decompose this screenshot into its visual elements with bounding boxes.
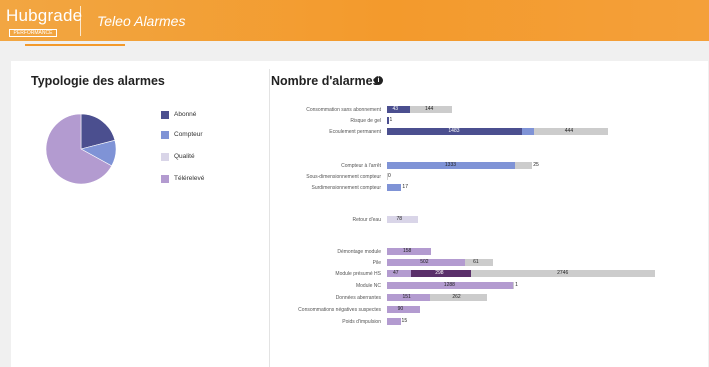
bar-segment[interactable]: [387, 117, 389, 124]
bar-value-label: 15: [401, 318, 408, 325]
legend-swatch: [161, 175, 169, 183]
row-label: Compteur à l'arrêt: [341, 162, 381, 169]
row-label: Ecoulement permanent: [329, 128, 381, 135]
row-label: Retour d'eau: [352, 216, 381, 223]
app-header: Hubgrade PERFORMANCE Teleo Alarmes: [0, 0, 709, 41]
row-label: Consommations négatives suspectes: [298, 306, 381, 313]
info-icon[interactable]: i: [374, 76, 383, 85]
bar-value-label: 1333: [444, 162, 457, 169]
bar-value-label: 1288: [443, 282, 455, 289]
hubgrade-logo[interactable]: Hubgrade: [6, 6, 82, 26]
bar-value-label: 25: [533, 162, 539, 169]
bar-value-label: 1: [515, 282, 518, 289]
row-label: Poids d'impulsion: [342, 318, 381, 325]
bar-value-label: 144: [424, 106, 434, 113]
bar-value-label: 444: [564, 128, 574, 135]
bar-segment[interactable]: [387, 216, 418, 223]
row-label: Surdimensionnement compteur: [311, 184, 381, 191]
row-label: Consommation sans abonnement: [306, 106, 381, 113]
bar-segment[interactable]: [387, 318, 401, 325]
bar-segment[interactable]: [387, 106, 410, 113]
row-label: Module présumé HS: [335, 270, 381, 277]
legend-swatch: [161, 111, 169, 119]
bar-value-label: 47: [392, 270, 399, 277]
legend-swatch: [161, 131, 169, 139]
bar-value-label: 90: [397, 306, 404, 313]
bar-value-label: 262: [452, 294, 461, 301]
bar-value-label: 61: [473, 259, 479, 266]
bar-value-label: 298: [435, 270, 444, 277]
bar-value-label: 2746: [557, 270, 569, 277]
header-divider: [80, 6, 81, 36]
active-tab-indicator: [25, 44, 125, 46]
bar-segment[interactable]: [512, 282, 515, 289]
legend-label: Qualité: [174, 153, 195, 160]
bar-value-label: 151: [402, 294, 411, 301]
bar-segment[interactable]: [521, 128, 534, 135]
bar-segment[interactable]: [465, 259, 493, 266]
performance-badge: PERFORMANCE: [9, 29, 57, 37]
bar-value-label: 158: [402, 248, 412, 255]
bar-segment[interactable]: [387, 184, 402, 191]
typology-title: Typologie des alarmes: [31, 74, 165, 88]
bar-segment[interactable]: [387, 270, 411, 277]
row-label: Pile: [372, 259, 381, 266]
row-label: Sous-dimensionnement compteur: [306, 173, 381, 180]
bar-value-label: 502: [420, 259, 429, 266]
bar-value-label: 78: [396, 216, 403, 223]
row-label: Données aberrantes: [335, 294, 381, 301]
row-label: Module NC: [355, 282, 381, 289]
typology-pie-chart: [46, 114, 116, 184]
bar-segment[interactable]: [387, 306, 421, 313]
bar-value-label: 1: [389, 117, 393, 124]
counts-title: Nombre d'alarmes: [271, 74, 380, 88]
bar-value-label: 0: [388, 173, 391, 180]
bar-value-label: 43: [392, 106, 399, 113]
row-label: Démontage module: [337, 248, 381, 255]
legend-swatch: [161, 153, 169, 161]
bar-segment[interactable]: [514, 162, 533, 169]
row-label: Risque de gel: [350, 117, 381, 124]
bar-value-label: 17: [402, 184, 408, 191]
app-title: Teleo Alarmes: [97, 13, 186, 29]
bar-value-label: 1483: [448, 128, 460, 135]
